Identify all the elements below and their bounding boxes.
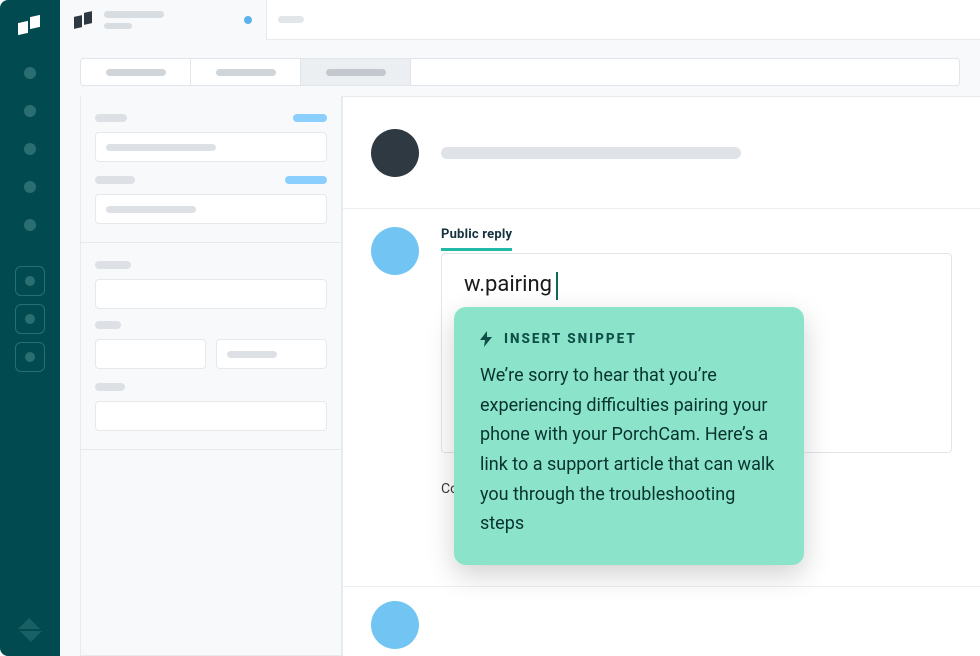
snippet-body: We’re sorry to hear that you’re experien… (480, 361, 778, 539)
tab-status-dot-icon[interactable] (244, 16, 252, 24)
snippet-title: INSERT SNIPPET (504, 331, 637, 347)
field-input-1[interactable] (95, 132, 327, 162)
subtab-1[interactable] (81, 59, 191, 85)
ticket-details-panel (80, 96, 342, 656)
zendesk-logo-icon (18, 618, 42, 642)
rail-item-4[interactable] (15, 172, 45, 202)
nav-rail (0, 0, 60, 656)
subtab-strip (80, 58, 960, 86)
subject-placeholder (441, 147, 741, 159)
message-header (343, 97, 980, 209)
next-message-strip (343, 586, 980, 656)
field-label (95, 321, 121, 329)
lightning-bolt-icon (480, 331, 494, 347)
rail-item-boxed-3[interactable] (15, 342, 45, 372)
new-tab-button[interactable] (267, 6, 315, 34)
requester-avatar[interactable] (371, 129, 419, 177)
subtab-3-selected[interactable] (301, 59, 411, 85)
field-input-3[interactable] (95, 279, 327, 309)
field-action[interactable] (293, 114, 327, 122)
field-input-4a[interactable] (95, 339, 206, 369)
text-caret (556, 272, 558, 300)
insert-snippet-popover[interactable]: INSERT SNIPPET We’re sorry to hear that … (454, 307, 804, 565)
details-section-1 (81, 96, 341, 243)
field-label (95, 176, 135, 184)
agent-avatar[interactable] (371, 227, 419, 275)
field-input-5[interactable] (95, 401, 327, 431)
editor-typed-text: w.pairing (464, 272, 552, 297)
tab-icon (74, 12, 94, 28)
field-action[interactable] (285, 176, 327, 184)
rail-item-boxed-2[interactable] (15, 304, 45, 334)
rail-item-2[interactable] (15, 96, 45, 126)
app-viewport: Public reply w.pairing Co INSERT SNIPPET… (0, 0, 980, 656)
reply-tab-public[interactable]: Public reply (441, 227, 512, 251)
details-section-2 (81, 243, 341, 450)
rail-item-5[interactable] (15, 210, 45, 240)
rail-item-boxed-1[interactable] (15, 266, 45, 296)
rail-item-1[interactable] (15, 58, 45, 88)
field-label (95, 114, 127, 122)
header (60, 0, 980, 40)
field-label (95, 261, 131, 269)
workspace-tab-active[interactable] (60, 0, 267, 40)
field-input-2[interactable] (95, 194, 327, 224)
subtab-2[interactable] (191, 59, 301, 85)
rail-item-3[interactable] (15, 134, 45, 164)
field-label (95, 383, 125, 391)
app-logo-icon[interactable] (18, 16, 42, 40)
agent-avatar-next[interactable] (371, 601, 419, 649)
field-input-4b[interactable] (216, 339, 327, 369)
tab-title-placeholder (104, 11, 164, 29)
